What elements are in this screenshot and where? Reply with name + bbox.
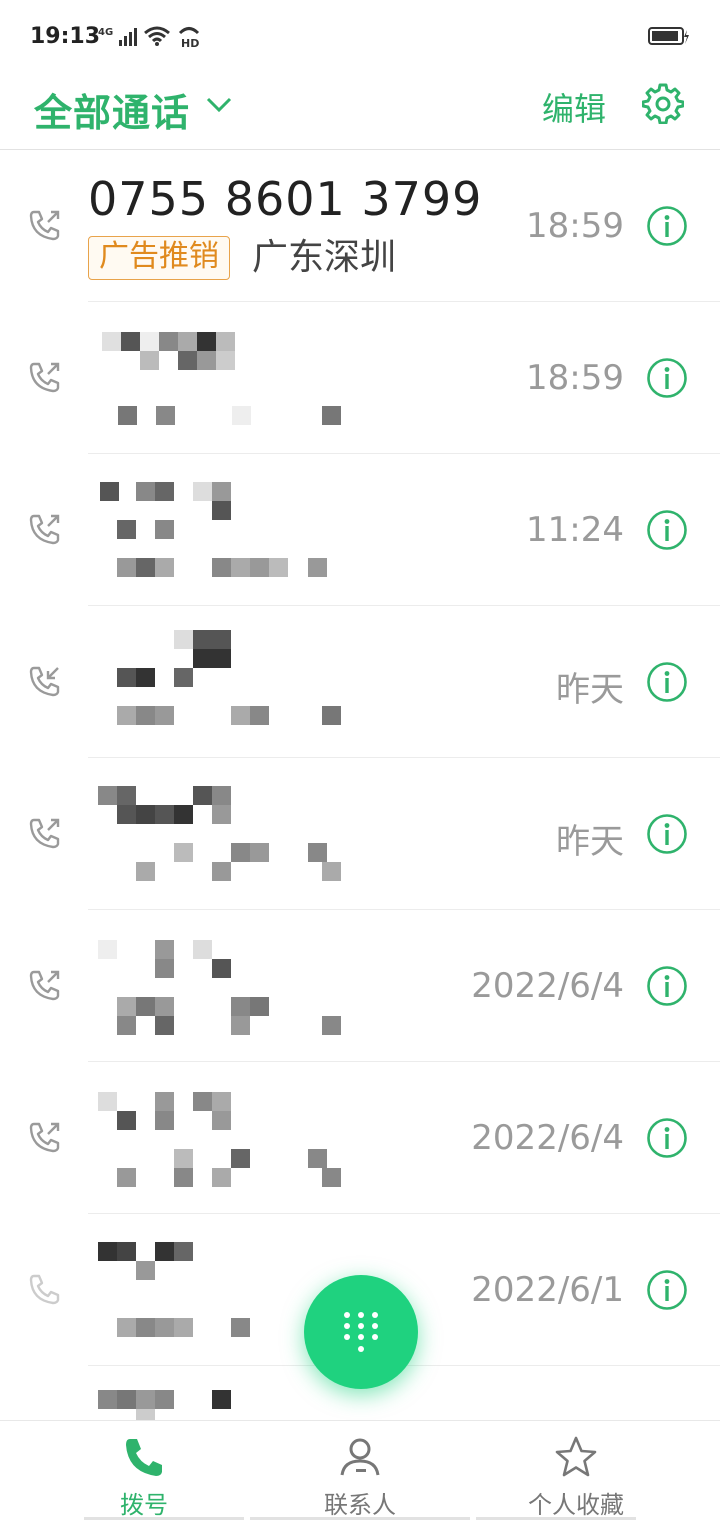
info-icon[interactable] — [646, 813, 688, 855]
info-icon[interactable] — [646, 965, 688, 1007]
call-row[interactable]: 18:59 — [0, 302, 720, 454]
gear-icon[interactable] — [642, 82, 684, 124]
info-icon[interactable] — [646, 357, 688, 399]
call-time: 昨天 — [556, 822, 624, 862]
status-time: 19:13 — [30, 24, 101, 49]
call-row[interactable]: 11:24 — [0, 454, 720, 606]
outgoing-call-icon — [29, 1122, 60, 1153]
redacted-contact — [82, 630, 352, 740]
call-time: 18:59 — [526, 206, 624, 246]
call-time: 11:24 — [526, 510, 624, 550]
call-time: 2022/6/4 — [471, 966, 624, 1006]
incoming-call-icon — [29, 666, 60, 697]
outgoing-call-icon — [29, 514, 60, 545]
nav-label-dial: 拨号 — [120, 1491, 168, 1519]
dialpad-button[interactable] — [304, 1275, 418, 1389]
outgoing-call-icon — [29, 818, 60, 849]
phone-icon — [126, 1439, 162, 1476]
redacted-contact — [82, 330, 352, 440]
call-row[interactable]: 昨天 — [0, 758, 720, 910]
redacted-contact — [82, 940, 352, 1050]
info-icon[interactable] — [646, 1117, 688, 1159]
spam-tag: 广告推销 — [88, 236, 230, 280]
info-icon[interactable] — [646, 509, 688, 551]
call-row[interactable]: 2022/6/4 — [0, 910, 720, 1062]
hd-label: HD — [181, 37, 199, 48]
outgoing-call-icon — [29, 1274, 60, 1305]
info-icon[interactable] — [646, 661, 688, 703]
person-icon — [340, 1438, 380, 1476]
call-list[interactable]: 0755 8601 3799 广告推销 广东深圳 18:59 18:59 11:… — [0, 150, 720, 1420]
call-time: 18:59 — [526, 358, 624, 398]
call-row[interactable]: 0755 8601 3799 广告推销 广东深圳 18:59 — [0, 150, 720, 302]
redacted-contact — [82, 1390, 352, 1420]
nav-tab-favorites[interactable]: 个人收藏 — [456, 1421, 696, 1520]
outgoing-call-icon — [29, 970, 60, 1001]
call-time: 2022/6/4 — [471, 1118, 624, 1158]
call-row[interactable]: 2022/6/4 — [0, 1062, 720, 1214]
nav-tab-contacts[interactable]: 联系人 — [240, 1421, 480, 1520]
redacted-contact — [82, 482, 352, 592]
outgoing-call-icon — [29, 362, 60, 393]
edit-button[interactable]: 编辑 — [542, 84, 606, 130]
nav-label-contacts: 联系人 — [324, 1491, 396, 1519]
header: 全部通话 编辑 — [0, 72, 720, 150]
info-icon[interactable] — [646, 205, 688, 247]
signal-icon — [119, 28, 138, 46]
outgoing-call-icon — [29, 210, 60, 241]
info-icon[interactable] — [646, 1269, 688, 1311]
wifi-icon — [144, 26, 171, 46]
call-filter-title[interactable]: 全部通话 — [34, 82, 190, 137]
phone-number: 0755 8601 3799 — [88, 172, 483, 226]
dialpad-icon — [344, 1312, 378, 1352]
call-location: 广东深圳 — [252, 237, 397, 278]
network-label: 4G — [98, 26, 114, 38]
status-bar: 19:13 4G HD — [0, 0, 720, 72]
hd-call-icon: HD — [179, 27, 200, 48]
redacted-contact — [82, 786, 352, 896]
nav-label-favorites: 个人收藏 — [528, 1491, 624, 1519]
call-time: 2022/6/1 — [471, 1270, 624, 1310]
battery-icon — [648, 27, 689, 45]
call-row[interactable]: 昨天 — [0, 606, 720, 758]
call-time: 昨天 — [556, 670, 624, 710]
redacted-contact — [82, 1092, 352, 1202]
chevron-down-icon[interactable] — [204, 92, 234, 116]
nav-tab-dial[interactable]: 拨号 — [24, 1421, 264, 1520]
star-icon — [555, 1436, 597, 1477]
status-icons: 4G HD — [98, 24, 201, 49]
bottom-nav: 拨号 联系人 个人收藏 — [0, 1420, 720, 1520]
